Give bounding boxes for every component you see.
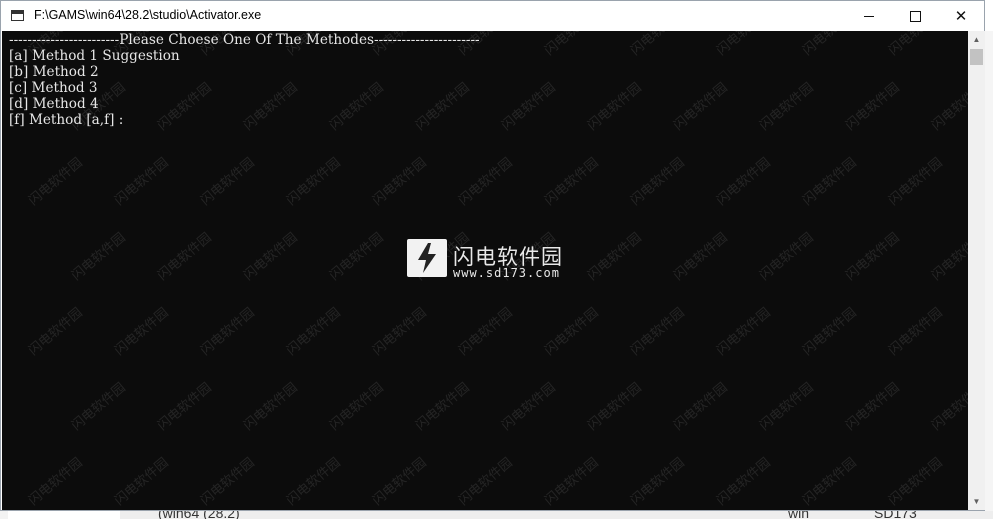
maximize-button[interactable] (892, 1, 938, 31)
minimize-button[interactable] (846, 1, 892, 31)
watermark-tile: 闪电软件园 (585, 80, 645, 134)
watermark-tile: 闪电软件园 (112, 155, 172, 209)
watermark-tile: 闪电软件园 (628, 155, 688, 209)
watermark-tile: 闪电软件园 (929, 380, 968, 434)
background-taskbar-strip: (win64 (28.2) win SD173 (120, 511, 993, 519)
watermark-tile: 闪电软件园 (370, 455, 430, 509)
watermark-tile: 闪电软件园 (413, 380, 473, 434)
watermark-tile: 闪电软件园 (886, 455, 946, 509)
console-line-prompt: [f] Method [a,f] : (9, 112, 124, 128)
close-button[interactable]: ✕ (938, 1, 984, 31)
lightning-logo-icon (407, 239, 447, 277)
watermark-tile: 闪电软件园 (456, 155, 516, 209)
watermark-tile: 闪电软件园 (542, 455, 602, 509)
watermark-tile: 闪电软件园 (370, 155, 430, 209)
console-line-option-b: [b] Method 2 (9, 64, 99, 80)
console-app-icon[interactable] (11, 10, 24, 21)
watermark-tile: 闪电软件园 (843, 380, 903, 434)
watermark-tile: 闪电软件园 (542, 305, 602, 359)
arrow-up-icon: ▲ (972, 35, 981, 44)
watermark-tile: 闪电软件园 (800, 155, 860, 209)
maximize-icon (909, 10, 921, 22)
minimize-icon (864, 15, 874, 17)
watermark-tile: 闪电软件园 (628, 305, 688, 359)
watermark-tile: 闪电软件园 (800, 31, 860, 59)
watermark-tile: 闪电软件园 (671, 380, 731, 434)
watermark-tile: 闪电软件园 (757, 380, 817, 434)
watermark-tile: 闪电软件园 (843, 80, 903, 134)
watermark-tile: 闪电软件园 (800, 455, 860, 509)
close-icon: ✕ (954, 8, 968, 25)
watermark-tile: 闪电软件园 (327, 380, 387, 434)
watermark-tile: 闪电软件园 (800, 305, 860, 359)
watermark-tile: 闪电软件园 (929, 230, 968, 284)
watermark-tile: 闪电软件园 (284, 455, 344, 509)
console-window[interactable]: F:\GAMS\win64\28.2\studio\Activator.exe … (0, 0, 985, 511)
watermark-tile: 闪电软件园 (69, 380, 129, 434)
watermark-tile: 闪电软件园 (714, 31, 774, 59)
watermark-tile: 闪电软件园 (671, 230, 731, 284)
watermark-tile: 闪电软件园 (886, 305, 946, 359)
console-output[interactable]: 闪电软件园 闪电软件园 闪电软件园 闪电软件园 闪电软件园 闪电软件园 闪电软件园 闪电软件园… (2, 31, 968, 510)
scroll-up-button[interactable]: ▲ (968, 31, 985, 48)
watermark-tile: 闪电软件园 (585, 380, 645, 434)
scroll-thumb[interactable] (970, 49, 983, 65)
watermark-tile: 闪电软件园 (155, 380, 215, 434)
watermark-tile: 闪电软件园 (542, 155, 602, 209)
taskbar-text: win (788, 511, 810, 519)
watermark-tile: 闪电软件园 (284, 155, 344, 209)
watermark-tile: 闪电软件园 (843, 230, 903, 284)
watermark-tile: 闪电软件园 (886, 155, 946, 209)
watermark-tile: 闪电软件园 (370, 305, 430, 359)
console-line-option-d: [d] Method 4 (9, 96, 99, 112)
watermark-tile: 闪电软件园 (628, 455, 688, 509)
watermark-tile: 闪电软件园 (241, 230, 301, 284)
watermark-tile: 闪电软件园 (499, 380, 559, 434)
taskbar-text: SD173 (874, 511, 917, 519)
watermark-tile: 闪电软件园 (714, 155, 774, 209)
watermark-tile: 闪电软件园 (26, 305, 86, 359)
watermark-tile: 闪电软件园 (929, 80, 968, 134)
console-line-option-c: [c] Method 3 (9, 80, 98, 96)
console-line-option-a: [a] Method 1 Suggestion (9, 48, 180, 64)
watermark-tile: 闪电软件园 (198, 305, 258, 359)
watermark-tile: 闪电软件园 (714, 305, 774, 359)
taskbar-text: (win64 (28.2) (158, 511, 240, 519)
watermark-tile: 闪电软件园 (714, 455, 774, 509)
watermark-tile: 闪电软件园 (327, 230, 387, 284)
background-app-edge-right (985, 31, 993, 519)
watermark-tile: 闪电软件园 (499, 80, 559, 134)
watermark-tile: 闪电软件园 (69, 230, 129, 284)
watermark-tile: 闪电软件园 (198, 155, 258, 209)
watermark-tile: 闪电软件园 (26, 455, 86, 509)
watermark-tile: 闪电软件园 (284, 305, 344, 359)
watermark-center: 闪电软件园 www.sd173.com (407, 239, 577, 309)
arrow-down-icon: ▼ (972, 497, 981, 506)
watermark-tile: 闪电软件园 (671, 80, 731, 134)
vertical-scrollbar[interactable]: ▲ ▼ (968, 31, 985, 510)
window-title: F:\GAMS\win64\28.2\studio\Activator.exe (34, 8, 262, 22)
watermark-tile: 闪电软件园 (628, 31, 688, 59)
watermark-tile: 闪电软件园 (241, 380, 301, 434)
watermark-tile: 闪电软件园 (456, 455, 516, 509)
watermark-tile: 闪电软件园 (542, 31, 602, 59)
scroll-down-button[interactable]: ▼ (968, 493, 985, 510)
watermark-tile: 闪电软件园 (585, 230, 645, 284)
watermark-tile: 闪电软件园 (155, 230, 215, 284)
watermark-tile: 闪电软件园 (26, 155, 86, 209)
watermark-tile: 闪电软件园 (757, 230, 817, 284)
watermark-tile: 闪电软件园 (198, 455, 258, 509)
console-text: ------------------------Please Choese On… (9, 32, 480, 128)
watermark-tile: 闪电软件园 (757, 80, 817, 134)
watermark-tile: 闪电软件园 (112, 305, 172, 359)
watermark-url: www.sd173.com (453, 266, 560, 280)
watermark-tile: 闪电软件园 (112, 455, 172, 509)
title-bar[interactable]: F:\GAMS\win64\28.2\studio\Activator.exe … (1, 1, 984, 31)
watermark-tile: 闪电软件园 (456, 305, 516, 359)
watermark-tile: 闪电软件园 (886, 31, 946, 59)
console-line-header: ------------------------Please Choese On… (9, 32, 480, 48)
